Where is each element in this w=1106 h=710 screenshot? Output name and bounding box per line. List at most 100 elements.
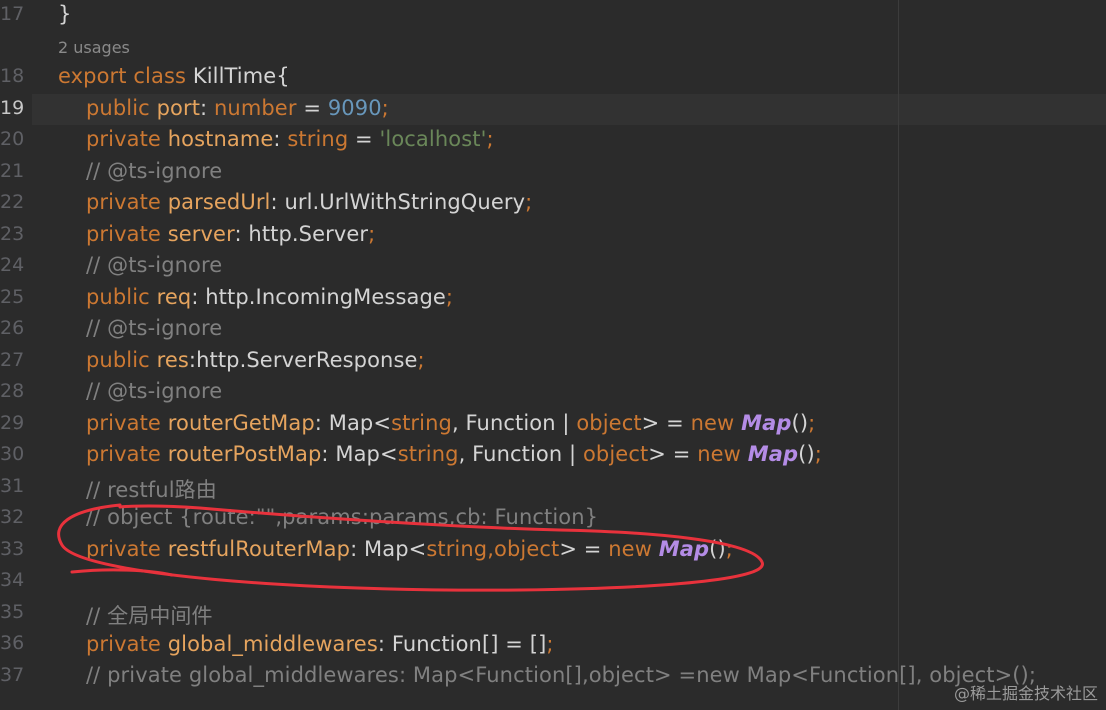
code-line-19[interactable]: public port: number = 9090; <box>86 96 389 120</box>
semicolon: ; <box>814 442 822 466</box>
punct: : <box>273 127 281 151</box>
line-number: 34 <box>0 569 25 591</box>
line-number: 35 <box>0 601 25 623</box>
keyword: new <box>697 442 741 466</box>
keyword: public <box>86 348 150 372</box>
punct: () <box>791 411 809 435</box>
semicolon: ; <box>486 127 494 151</box>
line-number: 28 <box>0 380 25 402</box>
code-line-20[interactable]: private hostname: string = 'localhost'; <box>86 127 494 151</box>
line-number: 29 <box>0 412 25 434</box>
type-annotation: : Map< <box>314 411 392 435</box>
type-annotation: , Function | <box>458 442 583 466</box>
code-line-28[interactable]: // @ts-ignore <box>86 379 222 403</box>
code-line-23[interactable]: private server: http.Server; <box>86 222 375 246</box>
semicolon: ; <box>445 285 454 309</box>
punct: = <box>296 96 328 120</box>
type: string <box>391 411 452 435</box>
field-name: res <box>156 348 189 372</box>
line-number: 27 <box>0 349 25 371</box>
line-number: 17 <box>0 3 25 25</box>
keyword: private <box>86 442 161 466</box>
line-number: 37 <box>0 664 25 686</box>
field-name: port <box>156 96 201 120</box>
keyword: private <box>86 222 161 246</box>
type-annotation: : Map< <box>321 442 398 466</box>
keyword: export <box>58 64 127 88</box>
punct: () <box>798 442 815 466</box>
right-margin-guide <box>898 0 899 710</box>
line-number: 30 <box>0 443 25 465</box>
line-number: 23 <box>0 223 25 245</box>
code-line-31[interactable]: // restful路由 <box>86 474 217 504</box>
punct: , <box>487 537 494 561</box>
keyword: new <box>608 537 652 561</box>
code-line-22[interactable]: private parsedUrl: url.UrlWithStringQuer… <box>86 190 532 214</box>
code-line-24[interactable]: // @ts-ignore <box>86 253 222 277</box>
constructor: Map <box>741 411 792 435</box>
type: object <box>576 411 642 435</box>
code-line-33[interactable]: private restfulRouterMap: Map<string,obj… <box>86 537 733 561</box>
line-number: 36 <box>0 632 25 654</box>
punct: > = <box>641 411 691 435</box>
line-number: 18 <box>0 65 25 87</box>
code-line-30[interactable]: private routerPostMap: Map<string, Funct… <box>86 442 822 466</box>
punct: : <box>200 96 208 120</box>
keyword: public <box>86 285 150 309</box>
code-line-26[interactable]: // @ts-ignore <box>86 316 222 340</box>
keyword: private <box>86 190 161 214</box>
type: object <box>494 537 560 561</box>
semicolon: ; <box>808 411 816 435</box>
code-line-32[interactable]: // object {route:"",params:params,cb: Fu… <box>86 505 598 529</box>
punct: = <box>348 127 380 151</box>
number-literal: 9090 <box>327 96 382 120</box>
field-name: hostname <box>167 127 274 151</box>
type: string <box>287 127 349 151</box>
keyword: class <box>133 64 187 88</box>
usages-hint[interactable]: 2 usages <box>58 38 130 57</box>
watermark: @稀土掘金技术社区 <box>953 684 1098 703</box>
line-number: 22 <box>0 191 25 213</box>
constructor: Map <box>747 442 799 466</box>
field-name: server <box>167 222 235 246</box>
type-annotation: : http.Server <box>234 222 369 246</box>
semicolon: ; <box>546 632 554 656</box>
keyword: new <box>690 411 735 435</box>
type: string <box>426 537 488 561</box>
type: object <box>582 442 649 466</box>
keyword: private <box>86 127 161 151</box>
punct: () <box>709 537 726 561</box>
class-name: KillTime{ <box>192 64 290 88</box>
code-line-18[interactable]: export class KillTime{ <box>58 64 290 88</box>
type-annotation: , Function | <box>451 411 577 435</box>
line-number: 24 <box>0 254 25 276</box>
line-number-active: 19 <box>0 97 25 119</box>
line-number: 25 <box>0 286 25 308</box>
code-line-21[interactable]: // @ts-ignore <box>86 159 222 183</box>
code-line-17[interactable]: } <box>58 2 71 26</box>
code-line-36[interactable]: private global_middlewares: Function[] =… <box>86 632 554 656</box>
line-number-gutter: 17 18 19 20 21 22 23 24 25 26 27 28 29 3… <box>0 0 32 710</box>
type-annotation: : http.IncomingMessage <box>191 285 446 309</box>
type: string <box>397 442 459 466</box>
keyword: private <box>86 537 161 561</box>
punct: > = <box>648 442 698 466</box>
line-number: 31 <box>0 475 25 497</box>
field-name: global_middlewares <box>167 632 378 656</box>
semicolon: ; <box>525 190 533 214</box>
keyword: private <box>86 411 161 435</box>
code-line-25[interactable]: public req: http.IncomingMessage; <box>86 285 453 309</box>
line-number: 21 <box>0 160 25 182</box>
code-line-27[interactable]: public res:http.ServerResponse; <box>86 348 425 372</box>
semicolon: ; <box>417 348 425 372</box>
code-line-29[interactable]: private routerGetMap: Map<string, Functi… <box>86 411 815 435</box>
punct: > = <box>559 537 609 561</box>
keyword: public <box>86 96 150 120</box>
brace: } <box>58 2 72 26</box>
constructor: Map <box>658 537 710 561</box>
line-number: 33 <box>0 538 25 560</box>
field-name: routerPostMap <box>167 442 322 466</box>
type-annotation: : url.UrlWithStringQuery <box>270 190 526 214</box>
code-line-35[interactable]: // 全局中间件 <box>86 600 213 630</box>
code-line-37[interactable]: // private global_middlewares: Map<Funct… <box>86 663 1036 687</box>
